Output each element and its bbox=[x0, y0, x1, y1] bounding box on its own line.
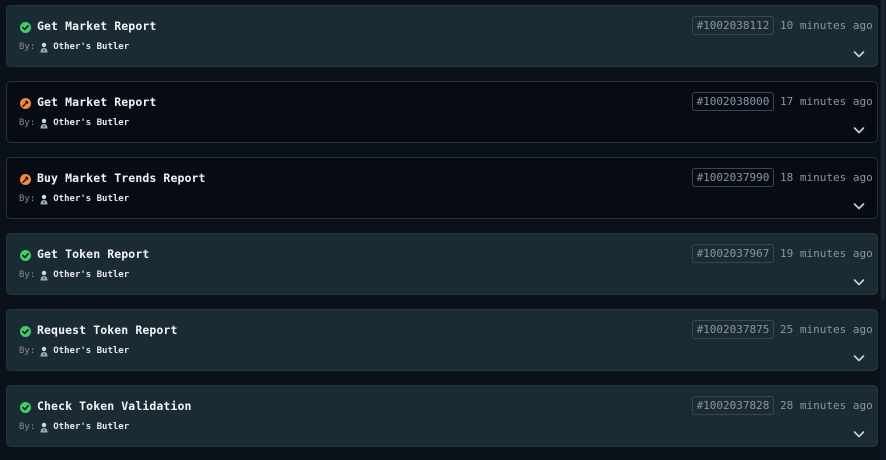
by-label: By: bbox=[19, 118, 36, 128]
timestamp: 17 minutes ago bbox=[780, 95, 873, 108]
check-circle-icon bbox=[20, 22, 31, 33]
by-label: By: bbox=[19, 422, 36, 432]
author-name: Other's Butler bbox=[53, 194, 130, 204]
author-name: Other's Butler bbox=[53, 42, 130, 52]
by-label: By: bbox=[19, 346, 36, 356]
activity-title: Get Market Report bbox=[37, 95, 157, 109]
activity-card[interactable]: Buy Market Trends Report By: Other's But… bbox=[6, 157, 878, 219]
by-label: By: bbox=[19, 42, 36, 52]
chevron-down-icon[interactable] bbox=[853, 424, 865, 438]
check-circle-icon bbox=[20, 326, 31, 337]
timestamp: 19 minutes ago bbox=[780, 247, 873, 260]
author-row: By: Other's Butler bbox=[19, 421, 129, 433]
butler-icon bbox=[39, 42, 49, 53]
request-id-badge: #1002037828 bbox=[692, 396, 774, 415]
butler-icon bbox=[39, 118, 49, 129]
activity-title: Buy Market Trends Report bbox=[37, 171, 206, 185]
butler-icon bbox=[39, 422, 49, 433]
timestamp: 28 minutes ago bbox=[780, 399, 873, 412]
author-row: By: Other's Butler bbox=[19, 193, 129, 205]
activity-card[interactable]: Get Market Report By: Other's Butler #10… bbox=[6, 81, 878, 143]
check-circle-icon bbox=[20, 402, 31, 413]
activity-title: Get Token Report bbox=[37, 247, 150, 261]
activity-card[interactable]: Get Token Report By: Other's Butler #100… bbox=[6, 233, 878, 295]
by-label: By: bbox=[19, 194, 36, 204]
author-row: By: Other's Butler bbox=[19, 345, 129, 357]
author-row: By: Other's Butler bbox=[19, 117, 129, 129]
timestamp: 10 minutes ago bbox=[780, 19, 873, 32]
chevron-down-icon[interactable] bbox=[853, 348, 865, 362]
request-id-badge: #1002037967 bbox=[692, 244, 774, 263]
request-id-badge: #1002037990 bbox=[692, 168, 774, 187]
author-name: Other's Butler bbox=[53, 270, 130, 280]
author-name: Other's Butler bbox=[53, 346, 130, 356]
author-name: Other's Butler bbox=[53, 118, 130, 128]
author-name: Other's Butler bbox=[53, 422, 130, 432]
timestamp: 18 minutes ago bbox=[780, 171, 873, 184]
chevron-down-icon[interactable] bbox=[853, 120, 865, 134]
butler-icon bbox=[39, 194, 49, 205]
activity-list: Get Market Report By: Other's Butler #10… bbox=[0, 0, 886, 460]
activity-card[interactable]: Check Token Validation By: Other's Butle… bbox=[6, 385, 878, 447]
check-circle-icon bbox=[20, 250, 31, 261]
scrollbar-thumb[interactable] bbox=[881, 0, 885, 300]
activity-title: Request Token Report bbox=[37, 323, 178, 337]
timestamp: 25 minutes ago bbox=[780, 323, 873, 336]
hammer-icon bbox=[20, 98, 31, 109]
by-label: By: bbox=[19, 270, 36, 280]
chevron-down-icon[interactable] bbox=[853, 196, 865, 210]
activity-title: Get Market Report bbox=[37, 19, 157, 33]
chevron-down-icon[interactable] bbox=[853, 44, 865, 58]
request-id-badge: #1002038000 bbox=[692, 92, 774, 111]
butler-icon bbox=[39, 346, 49, 357]
hammer-icon bbox=[20, 174, 31, 185]
author-row: By: Other's Butler bbox=[19, 41, 129, 53]
chevron-down-icon[interactable] bbox=[853, 272, 865, 286]
request-id-badge: #1002038112 bbox=[692, 16, 774, 35]
activity-title: Check Token Validation bbox=[37, 399, 192, 413]
request-id-badge: #1002037875 bbox=[692, 320, 774, 339]
butler-icon bbox=[39, 270, 49, 281]
author-row: By: Other's Butler bbox=[19, 269, 129, 281]
activity-card[interactable]: Get Market Report By: Other's Butler #10… bbox=[6, 5, 878, 67]
activity-card[interactable]: Request Token Report By: Other's Butler … bbox=[6, 309, 878, 371]
